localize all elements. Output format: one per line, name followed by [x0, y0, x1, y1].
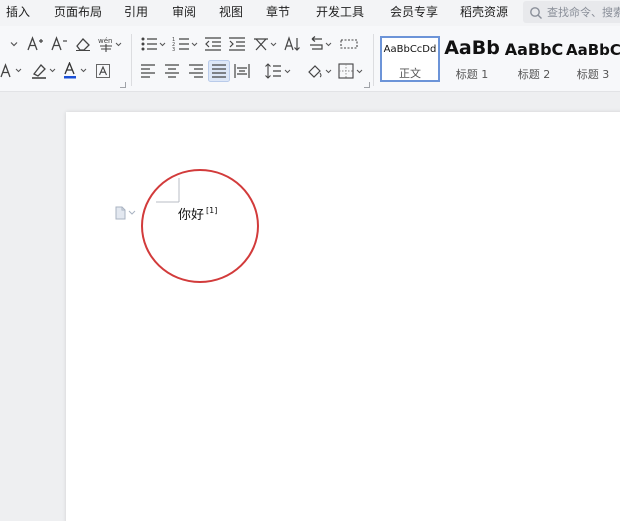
align-right-icon[interactable] [188, 64, 204, 78]
style-heading-3-label: 标题 3 [576, 68, 610, 81]
character-border-icon[interactable] [96, 64, 110, 78]
style-heading-3-sample: AaBbC [566, 41, 620, 59]
decrease-font-size-icon[interactable] [50, 36, 68, 52]
style-heading-2[interactable]: AaBbC 标题 2 [504, 36, 564, 82]
style-heading-2-label: 标题 2 [517, 68, 551, 81]
ribbon-separator [373, 34, 374, 86]
paragraph-dialog-launcher-icon[interactable] [364, 82, 370, 88]
style-heading-1-sample: AaBb [444, 37, 500, 59]
align-left-icon[interactable] [140, 64, 156, 78]
menu-chapter[interactable]: 章节 [266, 0, 290, 26]
ribbon-separator [131, 34, 132, 86]
menu-view[interactable]: 视图 [219, 0, 243, 26]
menu-docer-resources[interactable]: 稻壳资源 [460, 0, 508, 26]
style-normal-label: 正文 [399, 67, 421, 80]
font-color-icon[interactable] [62, 62, 90, 80]
show-hide-marks-icon[interactable] [308, 36, 334, 52]
style-heading-2-sample: AaBbC [504, 40, 564, 59]
clear-format-eraser-icon[interactable] [74, 36, 92, 52]
style-normal[interactable]: AaBbCcDd 正文 [380, 36, 440, 82]
line-spacing-icon[interactable] [264, 63, 292, 79]
distributed-layout-icon[interactable] [340, 37, 358, 51]
increase-font-size-icon[interactable] [26, 36, 44, 52]
bulleted-list-icon[interactable] [140, 36, 168, 52]
document-page[interactable] [66, 112, 620, 521]
align-center-icon[interactable] [164, 64, 180, 78]
menu-page-layout[interactable]: 页面布局 [54, 0, 102, 26]
highlight-color-icon[interactable] [30, 62, 58, 80]
distribute-align-icon[interactable] [234, 64, 250, 78]
style-heading-1-label: 标题 1 [455, 68, 489, 81]
search-icon [529, 5, 543, 19]
menu-insert[interactable]: 插入 [6, 0, 30, 26]
menu-review[interactable]: 审阅 [172, 0, 196, 26]
style-heading-3[interactable]: AaBbC 标题 3 [566, 36, 620, 82]
search-placeholder: 查找命令、搜索 [547, 6, 620, 19]
menu-bar: 插入 页面布局 引用 审阅 视图 章节 开发工具 会员专享 稻壳资源 查找命令、… [0, 0, 620, 26]
numbered-list-icon[interactable]: 123 [172, 36, 200, 52]
phonetic-guide-icon[interactable]: wén [97, 35, 123, 53]
increase-indent-icon[interactable] [228, 36, 246, 52]
justify-icon[interactable] [208, 60, 230, 82]
decrease-indent-icon[interactable] [204, 36, 222, 52]
menu-references[interactable]: 引用 [124, 0, 148, 26]
style-heading-1[interactable]: AaBb 标题 1 [442, 36, 502, 82]
font-dialog-launcher-icon[interactable] [120, 82, 126, 88]
svg-text:wén: wén [98, 37, 112, 45]
text-effects-icon[interactable] [0, 63, 26, 79]
sort-icon[interactable] [284, 36, 302, 52]
menu-member[interactable]: 会员专享 [390, 0, 438, 26]
command-search-box[interactable]: 查找命令、搜索 [523, 1, 620, 23]
ribbon-toolbar: wén 123 AaBbCcDd 正文 AaBb 标题 1 AaBbC 标题 2… [0, 26, 620, 92]
annotation-circle [141, 169, 259, 283]
borders-icon[interactable] [338, 63, 366, 79]
style-normal-sample: AaBbCcDd [383, 44, 437, 55]
font-size-dropdown-arrow-icon[interactable] [10, 40, 18, 48]
chinese-layout-icon[interactable] [252, 36, 278, 52]
menu-developer-tools[interactable]: 开发工具 [316, 0, 364, 26]
paragraph-handle-icon[interactable] [114, 205, 140, 224]
shading-icon[interactable] [306, 63, 334, 79]
svg-text:3: 3 [172, 47, 175, 52]
